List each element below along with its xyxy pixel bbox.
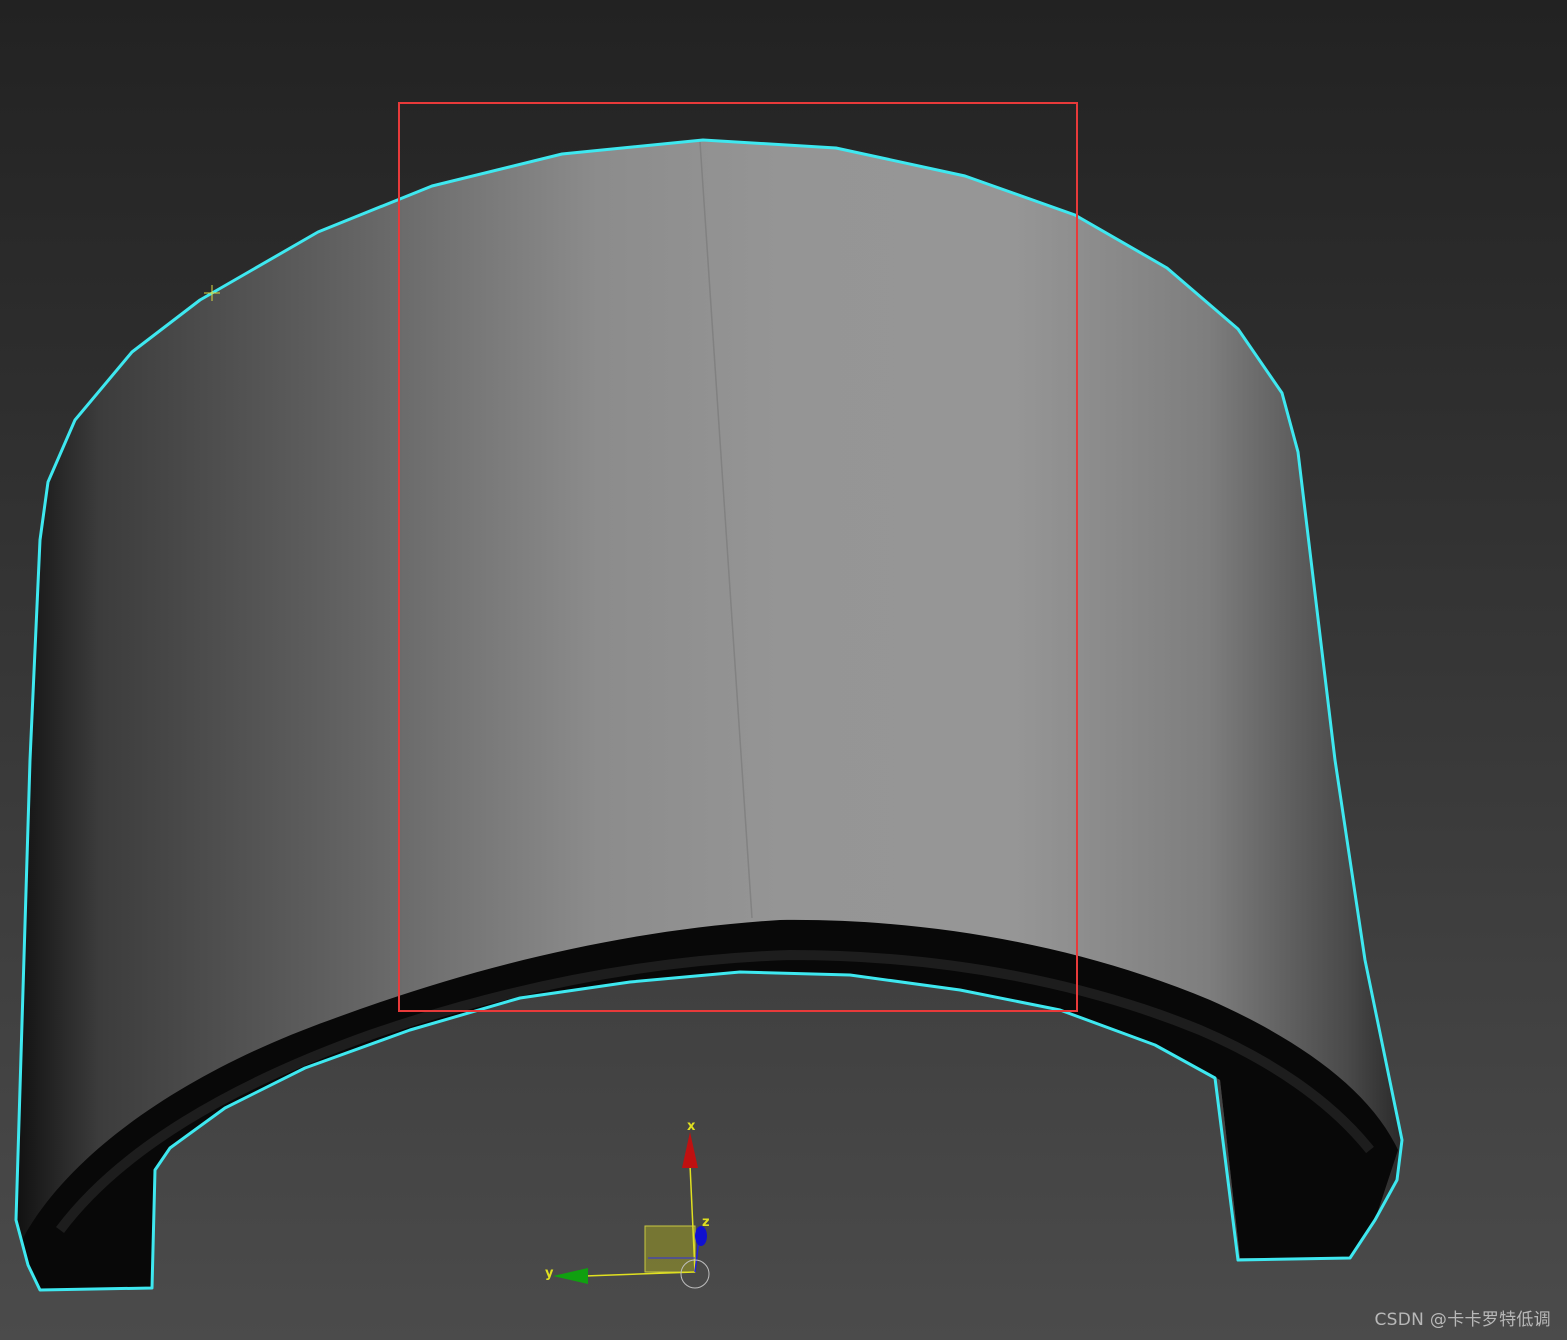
gizmo-x-label: x	[687, 1119, 696, 1134]
viewport-canvas[interactable]: x y z	[0, 0, 1567, 1340]
gizmo-z-label: z	[702, 1215, 710, 1230]
gizmo-y-label: y	[545, 1266, 554, 1281]
watermark: CSDN @卡卡罗特低调	[1374, 1310, 1551, 1330]
3d-viewport[interactable]: x y z CSDN @卡卡罗特低调	[0, 0, 1567, 1340]
gizmo-plane-handle[interactable]	[644, 1225, 696, 1273]
